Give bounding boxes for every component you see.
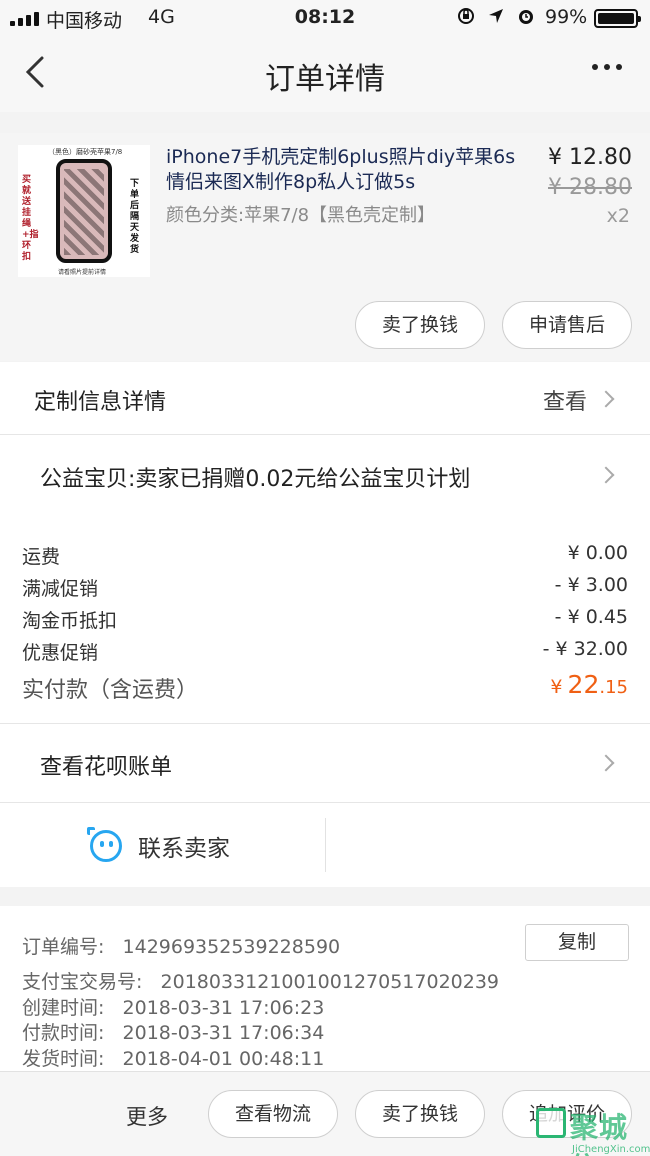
chevron-right-icon (597, 466, 615, 484)
paid-currency: ¥ (550, 676, 563, 698)
fee-value-promo: - ¥ 32.00 (542, 638, 628, 660)
created-time: 2018-03-31 17:06:23 (122, 997, 325, 1019)
huabei-label: 查看花呗账单 (40, 755, 173, 780)
charity-row[interactable]: 公益宝贝:卖家已捐赠0.02元给公益宝贝计划 (0, 435, 650, 515)
chevron-right-icon (597, 754, 615, 772)
paid-amount: ¥ 22.15 (550, 670, 628, 699)
after-sales-button[interactable]: 申请售后 (502, 301, 632, 349)
page-title: 订单详情 (265, 62, 385, 97)
watermark-logo: 聚城信 JiChengXin.com (532, 1100, 650, 1156)
created-line: 创建时间: 2018-03-31 17:06:23 (22, 993, 324, 1020)
navigation-bar: 订单详情 (0, 36, 650, 112)
order-info: 订单编号: 142969352539228590 复制 支付宝交易号: 2018… (0, 906, 650, 1071)
more-button[interactable]: 更多 (126, 1101, 168, 1131)
fee-value-shipping: ¥ 0.00 (567, 542, 628, 564)
fee-summary: 运费 ¥ 0.00 满减促销 - ¥ 3.00 淘金币抵扣 - ¥ 0.45 优… (0, 515, 650, 723)
alarm-icon (519, 10, 533, 24)
created-label: 创建时间: (22, 997, 105, 1019)
fee-label-discount: 满减促销 (22, 578, 99, 600)
divider (325, 818, 326, 872)
bottom-action-bar: 更多 查看物流 卖了换钱 追加评价 聚城信 JiChengXin.com (0, 1071, 650, 1156)
phone-case-image (56, 159, 112, 263)
resell-button[interactable]: 卖了换钱 (355, 301, 485, 349)
custom-info-label: 定制信息详情 (34, 390, 167, 415)
alipay-label: 支付宝交易号: (22, 971, 143, 993)
thumb-left-text: 买就送挂绳+指环扣 (22, 175, 39, 262)
order-number: 142969352539228590 (122, 936, 341, 958)
fee-label-promo: 优惠促销 (22, 642, 99, 664)
custom-info-row[interactable]: 定制信息详情 查看 (0, 362, 650, 434)
paid-decimal: .15 (599, 677, 628, 698)
order-number-label: 订单编号: (22, 936, 105, 958)
product-price: ¥ 12.80 (548, 145, 632, 170)
fee-label-coins: 淘金币抵扣 (22, 610, 118, 632)
huabei-row[interactable]: 查看花呗账单 (0, 724, 650, 802)
chevron-right-icon (597, 390, 615, 408)
fee-label-shipping: 运费 (22, 546, 61, 568)
view-logistics-button[interactable]: 查看物流 (208, 1090, 338, 1138)
paid-time: 2018-03-31 17:06:34 (122, 1022, 325, 1044)
product-thumbnail[interactable]: （黑色）磨砂壳苹果7/8 买就送挂绳+指环扣 下单后隔天发货 请看照片提前详情 (18, 145, 150, 277)
thumb-right-text: 下单后隔天发货 (130, 179, 140, 255)
paid-time-label: 付款时间: (22, 1022, 105, 1044)
status-icons (456, 6, 536, 26)
customer-service-icon[interactable] (87, 827, 122, 862)
view-link[interactable]: 查看 (543, 384, 587, 416)
product-sku: 颜色分类:苹果7/8【黑色壳定制】 (166, 205, 436, 226)
product-title[interactable]: iPhone7手机壳定制6plus照片diy苹果6s情侣来图X制作8p私人订做5… (166, 145, 531, 195)
order-number-line: 订单编号: 142969352539228590 (22, 932, 340, 959)
fee-value-coins: - ¥ 0.45 (554, 606, 628, 628)
thumb-bottom-text: 请看照片提前详情 (58, 269, 107, 276)
status-bar: 中国移动 4G 08:12 99% (0, 0, 650, 36)
paid-integer: 22 (567, 670, 600, 699)
paid-amount-label: 实付款（含运费） (22, 678, 199, 703)
battery-icon (594, 9, 641, 28)
more-dots-icon[interactable] (592, 64, 622, 70)
shipped-time: 2018-04-01 00:48:11 (122, 1048, 325, 1070)
contact-seller-button[interactable]: 联系卖家 (138, 829, 230, 863)
product-quantity: x2 (606, 205, 630, 227)
product-card[interactable]: （黑色）磨砂壳苹果7/8 买就送挂绳+指环扣 下单后隔天发货 请看照片提前详情 … (0, 133, 650, 361)
alipay-number: 2018033121001001270517020239 (160, 971, 500, 993)
thumb-top-text: （黑色）磨砂壳苹果7/8 (48, 148, 123, 156)
shipped-label: 发货时间: (22, 1048, 105, 1070)
shipped-line: 发货时间: 2018-04-01 00:48:11 (22, 1044, 324, 1071)
alipay-line: 支付宝交易号: 2018033121001001270517020239 (22, 967, 499, 994)
resell-button[interactable]: 卖了换钱 (355, 1090, 485, 1138)
original-price: ¥ 28.80 (548, 175, 632, 200)
location-arrow-icon (489, 9, 503, 23)
contact-bar: 联系卖家 (0, 803, 650, 887)
copy-button[interactable]: 复制 (525, 924, 629, 961)
fee-value-discount: - ¥ 3.00 (554, 574, 628, 596)
paid-time-line: 付款时间: 2018-03-31 17:06:34 (22, 1018, 324, 1045)
charity-label: 公益宝贝:卖家已捐赠0.02元给公益宝贝计划 (40, 467, 471, 492)
battery-percentage: 99% (545, 6, 588, 28)
orientation-lock-icon (458, 8, 474, 24)
watermark-url: JiChengXin.com (572, 1144, 650, 1155)
